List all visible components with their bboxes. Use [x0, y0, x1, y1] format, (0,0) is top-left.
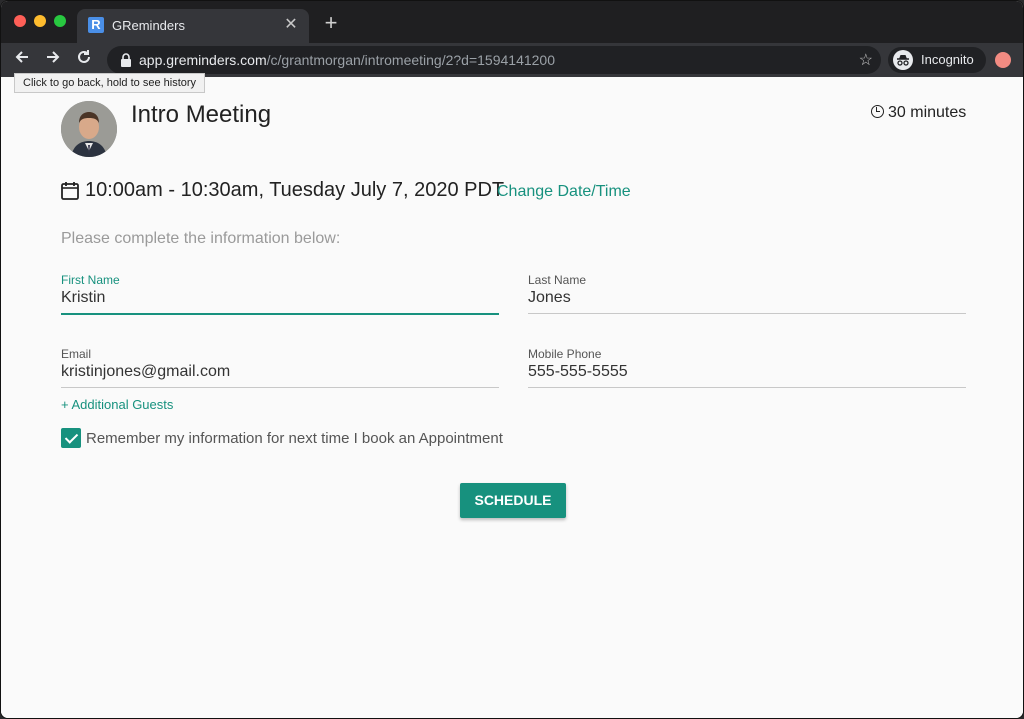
url-path: /c/grantmorgan/intromeeting/2?d=15941412…	[266, 52, 555, 68]
change-datetime-link[interactable]: Change Date/Time	[497, 183, 631, 201]
form-instructions: Please complete the information below:	[61, 230, 341, 247]
selected-datetime: 10:00am - 10:30am, Tuesday July 7, 2020 …	[85, 179, 505, 201]
back-button-tooltip: Click to go back, hold to see history	[14, 73, 206, 93]
calendar-icon	[61, 181, 79, 200]
new-tab-icon[interactable]: +	[319, 12, 343, 36]
close-tab-icon[interactable]: ✕	[281, 15, 301, 35]
clock-icon	[871, 105, 884, 118]
first-name-input[interactable]: Kristin	[61, 289, 105, 307]
mobile-phone-field[interactable]: Mobile Phone 555-555-5555	[528, 347, 966, 395]
host-avatar	[61, 101, 117, 157]
page-title: Intro Meeting	[131, 101, 272, 128]
bookmark-star-icon[interactable]: ☆	[859, 50, 873, 70]
additional-guests-link[interactable]: + Additional Guests	[61, 397, 173, 412]
url-host: app.greminders.com	[139, 52, 267, 68]
extension-icon[interactable]	[995, 52, 1011, 68]
browser-toolbar: app.greminders.com/c/grantmorgan/introme…	[1, 43, 1023, 77]
email-underline	[61, 387, 499, 388]
incognito-button[interactable]: Incognito	[888, 47, 986, 73]
first-name-underline	[61, 313, 499, 315]
reload-icon[interactable]	[72, 48, 96, 72]
url-text[interactable]: app.greminders.com/c/grantmorgan/introme…	[139, 52, 555, 68]
mobile-phone-underline	[528, 387, 966, 388]
incognito-icon	[893, 50, 913, 70]
tab-bar: R GReminders ✕ +	[1, 1, 1023, 43]
first-name-label: First Name	[61, 273, 120, 287]
incognito-label: Incognito	[921, 52, 974, 67]
remember-label[interactable]: Remember my information for next time I …	[86, 430, 503, 447]
duration-text: 30 minutes	[888, 104, 967, 121]
first-name-field[interactable]: First Name Kristin	[61, 273, 499, 321]
schedule-button[interactable]: SCHEDULE	[460, 483, 566, 518]
last-name-field[interactable]: Last Name Jones	[528, 273, 966, 321]
meeting-duration: 30 minutes	[871, 104, 966, 122]
close-window-button[interactable]	[14, 15, 26, 27]
last-name-label: Last Name	[528, 273, 587, 287]
lock-icon[interactable]	[119, 52, 133, 68]
mobile-phone-input[interactable]: 555-555-5555	[528, 363, 628, 381]
last-name-input[interactable]: Jones	[528, 289, 571, 307]
remember-checkbox[interactable]	[61, 428, 81, 448]
browser-tab[interactable]: R GReminders ✕	[77, 9, 309, 43]
page-content: Intro Meeting 30 minutes 10:00am - 10:30…	[1, 77, 1023, 718]
favicon-icon: R	[88, 17, 104, 33]
mobile-phone-label: Mobile Phone	[528, 347, 602, 361]
forward-arrow-icon[interactable]	[41, 48, 65, 72]
maximize-window-button[interactable]	[54, 15, 66, 27]
email-input[interactable]: kristinjones@gmail.com	[61, 363, 230, 381]
email-field[interactable]: Email kristinjones@gmail.com	[61, 347, 499, 395]
tab-title: GReminders	[112, 18, 185, 33]
browser-window: R GReminders ✕ + app.greminders.com/c/gr…	[0, 0, 1024, 719]
address-bar[interactable]: app.greminders.com/c/grantmorgan/introme…	[107, 46, 881, 74]
email-label: Email	[61, 347, 92, 361]
last-name-underline	[528, 313, 966, 314]
back-arrow-icon[interactable]	[10, 48, 34, 72]
minimize-window-button[interactable]	[34, 15, 46, 27]
